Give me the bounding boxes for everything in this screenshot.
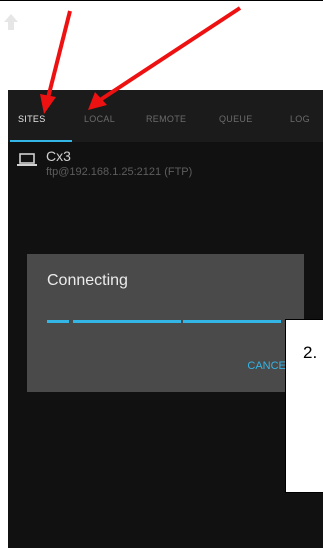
active-tab-indicator bbox=[10, 140, 72, 142]
progress-segment bbox=[73, 320, 181, 323]
tab-log[interactable]: LOG bbox=[290, 114, 310, 124]
tab-queue[interactable]: QUEUE bbox=[219, 114, 253, 124]
progress-segment bbox=[47, 320, 69, 323]
site-list-item[interactable]: Cx3 ftp@192.168.1.25:2121 (FTP) bbox=[8, 144, 323, 194]
progress-segment bbox=[183, 320, 281, 323]
site-name: Cx3 bbox=[46, 148, 71, 164]
tab-local[interactable]: LOCAL bbox=[84, 114, 115, 124]
up-arrow-icon bbox=[4, 14, 18, 30]
annotation-callout-label: 2. bbox=[303, 343, 318, 362]
site-address: ftp@192.168.1.25:2121 (FTP) bbox=[46, 166, 193, 178]
connecting-dialog: Connecting CANCEL bbox=[27, 254, 304, 392]
dialog-title: Connecting bbox=[47, 272, 128, 289]
tab-bar: SITES LOCAL REMOTE QUEUE LOG bbox=[8, 90, 323, 142]
laptop-icon bbox=[17, 153, 37, 166]
tab-sites[interactable]: SITES bbox=[18, 114, 46, 124]
top-border bbox=[0, 0, 323, 1]
phone-screen: SITES LOCAL REMOTE QUEUE LOG Cx3 ftp@192… bbox=[8, 90, 323, 548]
tab-remote[interactable]: REMOTE bbox=[146, 114, 186, 124]
annotation-callout-box: 2. bbox=[285, 319, 323, 493]
screenshot-page: SITES LOCAL REMOTE QUEUE LOG Cx3 ftp@192… bbox=[0, 0, 323, 548]
